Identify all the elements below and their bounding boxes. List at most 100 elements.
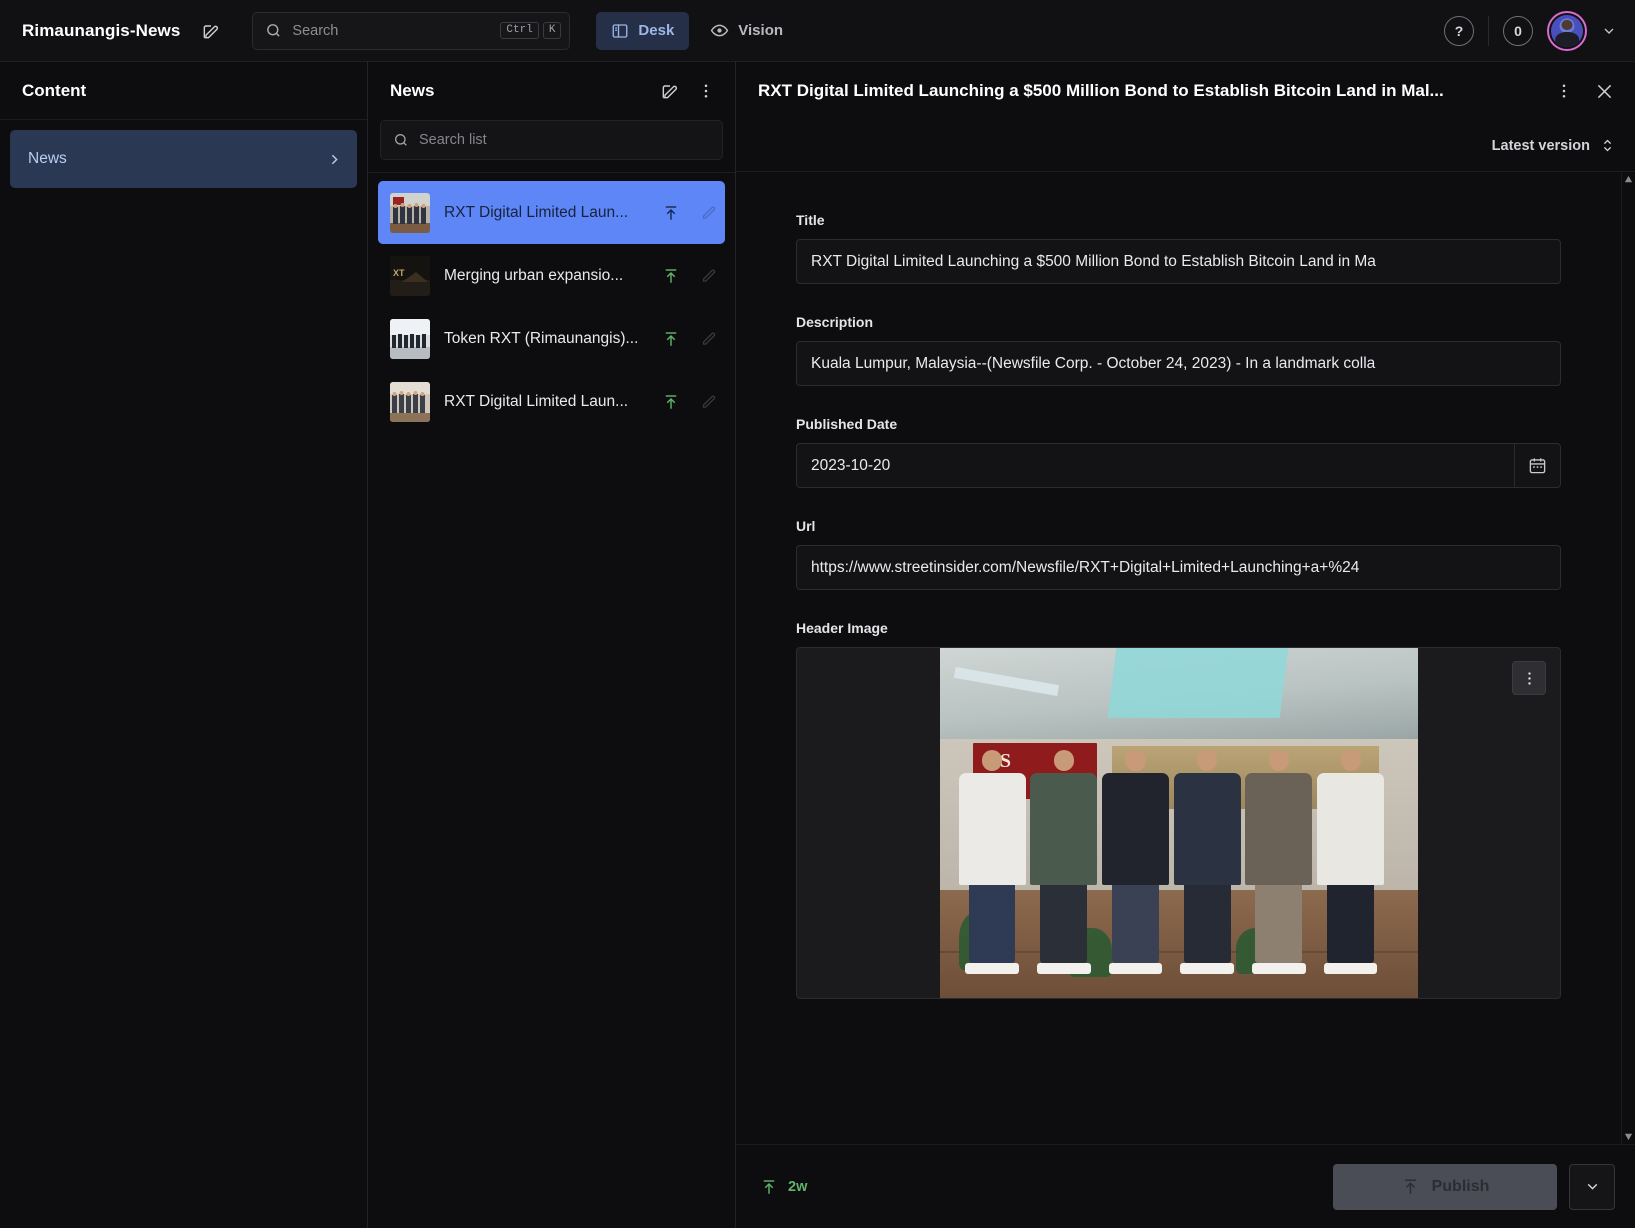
- document-footer: 2w Publish: [736, 1144, 1635, 1228]
- nav-tabs: Desk Vision: [596, 11, 798, 50]
- main-body: Content News News Search list RXT Digita…: [0, 62, 1635, 1228]
- list-item[interactable]: RXT Digital Limited Laun...: [378, 181, 725, 244]
- eye-icon: [711, 24, 729, 37]
- tab-desk-label: Desk: [638, 22, 675, 39]
- url-input[interactable]: https://www.streetinsider.com/Newsfile/R…: [796, 545, 1561, 590]
- list-item[interactable]: RXT Digital Limited Laun...: [378, 370, 725, 433]
- version-selector[interactable]: Latest version: [1492, 138, 1615, 154]
- header-image-preview[interactable]: [796, 647, 1561, 999]
- tab-vision-label: Vision: [738, 22, 784, 39]
- news-items: RXT Digital Limited Laun... XT Merging u…: [368, 173, 735, 433]
- search-shortcut: Ctrl K: [500, 22, 562, 39]
- description-value: Kuala Lumpur, Malaysia--(Newsfile Corp. …: [811, 354, 1376, 372]
- app-root: Rimaunangis-News Search Ctrl K Desk Visi…: [0, 0, 1635, 1228]
- publish-arrow-icon[interactable]: [662, 393, 680, 411]
- header-image-menu-icon[interactable]: [1512, 661, 1546, 695]
- title-input[interactable]: RXT Digital Limited Launching a $500 Mil…: [796, 239, 1561, 284]
- list-item-title: RXT Digital Limited Laun...: [444, 203, 629, 221]
- field-published-date-label: Published Date: [796, 416, 898, 432]
- news-search-placeholder: Search list: [419, 132, 487, 148]
- document-pane: RXT Digital Limited Launching a $500 Mil…: [736, 62, 1635, 1228]
- search-placeholder: Search: [292, 22, 339, 39]
- publish-arrow-icon[interactable]: [662, 267, 680, 285]
- search-input[interactable]: Search Ctrl K: [252, 11, 571, 50]
- last-published-status: 2w: [760, 1178, 807, 1196]
- content-pane-title: Content: [22, 80, 87, 100]
- news-search-input[interactable]: Search list: [380, 120, 723, 160]
- url-value: https://www.streetinsider.com/Newsfile/R…: [811, 558, 1360, 576]
- pencil-icon[interactable]: [694, 330, 717, 347]
- news-list-more-icon[interactable]: [689, 74, 723, 108]
- create-news-icon[interactable]: [653, 74, 687, 108]
- calendar-icon[interactable]: [1514, 444, 1560, 487]
- field-published-date: Published Date 2023-10-20: [796, 416, 1561, 488]
- pencil-icon[interactable]: [694, 204, 717, 221]
- avatar[interactable]: [1547, 10, 1587, 51]
- document-scrollbar[interactable]: [1621, 172, 1635, 1144]
- topbar-divider: [1488, 15, 1489, 46]
- news-search-wrap: Search list: [368, 120, 735, 173]
- pencil-icon[interactable]: [694, 393, 717, 410]
- content-pane-list: News: [0, 120, 367, 188]
- publish-button-label: Publish: [1431, 1177, 1490, 1195]
- search-icon: [395, 134, 407, 146]
- notification-badge[interactable]: 0: [1503, 15, 1533, 46]
- search-icon: [267, 24, 281, 37]
- version-label: Latest version: [1491, 137, 1590, 154]
- publish-options-button[interactable]: [1569, 1163, 1615, 1210]
- news-list-pane: News Search list RXT Digital Limited Lau…: [368, 62, 736, 1228]
- publish-arrow-icon[interactable]: [662, 330, 680, 348]
- scrollbar-track[interactable]: [1622, 184, 1635, 1132]
- scroll-down-icon[interactable]: [1624, 1132, 1633, 1141]
- document-header: RXT Digital Limited Launching a $500 Mil…: [736, 62, 1635, 120]
- list-item-title: Token RXT (Rimaunangis)...: [444, 329, 639, 347]
- tab-vision[interactable]: Vision: [695, 12, 798, 50]
- list-item-thumbnail: XT: [390, 255, 430, 296]
- avatar-image: [1551, 14, 1583, 47]
- brand-title: Rimaunangis-News: [22, 20, 181, 40]
- document-more-icon[interactable]: [1547, 74, 1581, 108]
- document-form: Title RXT Digital Limited Launching a $5…: [736, 172, 1621, 1144]
- list-item-title: Merging urban expansio...: [444, 266, 624, 284]
- chevron-down-icon[interactable]: [1601, 23, 1617, 39]
- list-item-thumbnail: [390, 381, 430, 422]
- document-subheader: Latest version: [736, 120, 1635, 172]
- close-icon[interactable]: [1587, 74, 1621, 108]
- page-title: RXT Digital Limited Launching a $500 Mil…: [758, 81, 1444, 100]
- title-value: RXT Digital Limited Launching a $500 Mil…: [811, 252, 1376, 270]
- top-bar: Rimaunangis-News Search Ctrl K Desk Visi…: [0, 0, 1635, 62]
- topbar-right: ? 0: [1444, 10, 1617, 51]
- pencil-icon[interactable]: [694, 267, 717, 284]
- field-header-image-label: Header Image: [796, 620, 888, 636]
- header-image-photo: [939, 648, 1418, 998]
- list-item-title: RXT Digital Limited Laun...: [444, 392, 629, 410]
- chevron-up-down-icon: [1603, 139, 1612, 152]
- list-item-thumbnail: [390, 192, 430, 233]
- kbd-key: K: [542, 22, 562, 39]
- published-date-input[interactable]: 2023-10-20: [796, 443, 1561, 488]
- time-ago-label: 2w: [788, 1178, 808, 1195]
- list-item[interactable]: XT Merging urban expansio...: [378, 244, 725, 307]
- list-item[interactable]: Token RXT (Rimaunangis)...: [378, 307, 725, 370]
- list-item-thumbnail: [390, 318, 430, 359]
- publish-arrow-icon: [763, 1179, 775, 1194]
- content-pane: Content News: [0, 62, 368, 1228]
- compose-icon[interactable]: [194, 14, 228, 48]
- field-url-label: Url: [796, 518, 816, 534]
- kbd-modifier: Ctrl: [500, 22, 539, 39]
- chevron-down-icon: [1587, 1183, 1597, 1190]
- publish-arrow-icon[interactable]: [662, 204, 680, 222]
- news-list-header: News: [368, 62, 735, 120]
- document-scroll-area: Title RXT Digital Limited Launching a $5…: [736, 172, 1635, 1144]
- publish-button[interactable]: Publish: [1333, 1163, 1557, 1210]
- sidebar-item-news[interactable]: News: [10, 130, 357, 188]
- published-date-value: 2023-10-20: [811, 456, 891, 474]
- field-url: Url https://www.streetinsider.com/Newsfi…: [796, 518, 1561, 590]
- scroll-up-icon[interactable]: [1624, 175, 1633, 184]
- news-list-title: News: [390, 81, 435, 100]
- description-input[interactable]: Kuala Lumpur, Malaysia--(Newsfile Corp. …: [796, 341, 1561, 386]
- help-icon[interactable]: ?: [1444, 15, 1474, 46]
- publish-arrow-icon: [1404, 1179, 1416, 1194]
- tab-desk[interactable]: Desk: [596, 11, 690, 50]
- field-title-label: Title: [796, 212, 825, 228]
